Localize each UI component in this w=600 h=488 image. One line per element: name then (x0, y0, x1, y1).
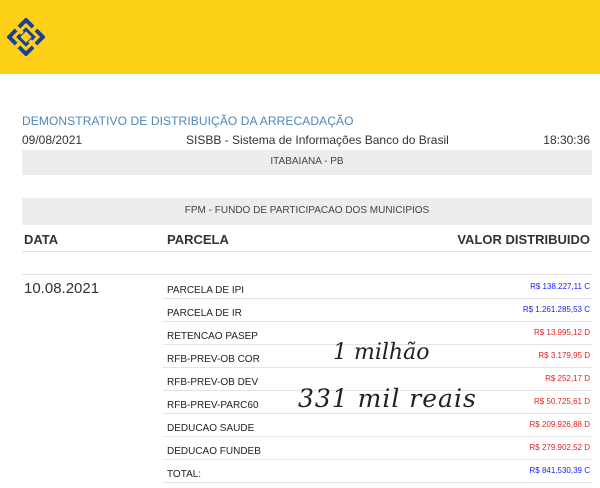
row-valor: R$ 138.227,11 C (530, 282, 590, 291)
row-valor: R$ 1.261.285,53 C (522, 305, 590, 314)
row-valor: R$ 13.995,12 D (533, 328, 590, 337)
handwritten-annotation-line1: 1 milhão (333, 340, 430, 365)
banco-do-brasil-logo-icon[interactable] (7, 18, 45, 56)
divider (22, 274, 592, 275)
row-parcela: TOTAL: (167, 469, 202, 480)
city-band: ITABAIANA - PB (22, 150, 592, 175)
column-header-date: DATA (24, 232, 59, 247)
column-header-valor: VALOR DISTRIBUIDO (457, 232, 590, 247)
table-row: RETENCAO PASEP R$ 13.995,12 D (22, 322, 592, 345)
report-date: 09/08/2021 (22, 133, 83, 147)
system-name: SISBB - Sistema de Informações Banco do … (186, 133, 449, 147)
row-valor: R$ 252,17 D (545, 374, 590, 383)
fund-band: FPM - FUNDO DE PARTICIPACAO DOS MUNICIPI… (22, 198, 592, 225)
row-valor: R$ 50.725,61 D (533, 397, 590, 406)
table-row-total: TOTAL: R$ 841.530,39 C (22, 460, 592, 483)
row-valor: R$ 209.926,88 D (529, 420, 591, 429)
handwritten-annotation-line2: 331 mil reais (298, 384, 477, 413)
row-parcela: PARCELA DE IPI (167, 285, 245, 296)
table-row: PARCELA DE IR R$ 1.261.285,53 C (22, 299, 592, 322)
row-parcela: RFB-PREV-PARC60 (167, 400, 259, 411)
row-parcela: RETENCAO PASEP (167, 331, 258, 342)
report-time: 18:30:36 (543, 133, 590, 147)
top-brand-bar (0, 0, 600, 74)
row-parcela: PARCELA DE IR (167, 308, 242, 319)
table-row: 10.08.2021 PARCELA DE IPI R$ 138.227,11 … (22, 276, 592, 299)
report-title: DEMONSTRATIVO DE DISTRIBUIÇÃO DA ARRECAD… (22, 114, 354, 128)
row-parcela: DEDUCAO SAUDE (167, 423, 255, 434)
column-header-parcela: PARCELA (167, 232, 229, 247)
row-date: 10.08.2021 (24, 280, 100, 297)
row-parcela: DEDUCAO FUNDEB (167, 446, 261, 457)
row-valor: R$ 3.179,95 D (538, 351, 590, 360)
row-parcela: RFB-PREV-OB COR (167, 354, 260, 365)
row-valor: R$ 279.902,52 D (529, 443, 591, 452)
table-row: RFB-PREV-OB COR R$ 3.179,95 D (22, 345, 592, 368)
table-row: DEDUCAO SAUDE R$ 209.926,88 D (22, 414, 592, 437)
table-header: DATA PARCELA VALOR DISTRIBUIDO (22, 226, 592, 252)
table-row: DEDUCAO FUNDEB R$ 279.902,52 D (22, 437, 592, 460)
row-parcela: RFB-PREV-OB DEV (167, 377, 259, 388)
row-valor: R$ 841.530,39 C (529, 466, 591, 475)
